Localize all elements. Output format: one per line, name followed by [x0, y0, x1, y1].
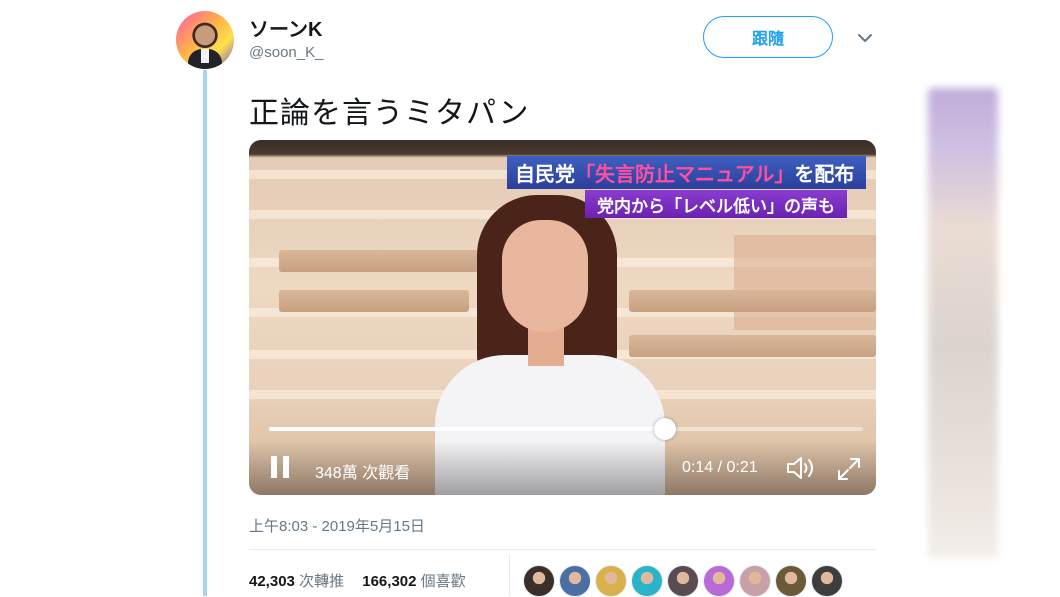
liker-avatar[interactable] — [559, 565, 591, 597]
liker-avatar[interactable] — [775, 565, 807, 597]
background-blur-panel — [928, 88, 998, 558]
liker-avatars — [523, 565, 843, 597]
thread-line — [203, 70, 207, 596]
video-scrubber-handle[interactable] — [653, 418, 676, 440]
avatar[interactable] — [176, 11, 234, 69]
caption-headline-suffix: を配布 — [794, 164, 855, 186]
like-label[interactable]: 個喜歡 — [421, 573, 466, 590]
caption-headline-prefix: 自民党 — [515, 164, 575, 186]
liker-avatar[interactable] — [811, 565, 843, 597]
video-player[interactable]: 自民党 「失言防止マニュアル」 を配布 党内から「レベル低い」の声も 348萬 次觀… — [249, 140, 876, 495]
background-beam — [629, 335, 876, 357]
tweet-timestamp[interactable]: 上午8:03 - 2019年5月15日 — [249, 515, 425, 536]
presenter-neck — [528, 326, 564, 366]
view-count: 348萬 次觀看 — [315, 465, 411, 482]
follow-button[interactable]: 跟隨 — [703, 16, 833, 58]
liker-avatar[interactable] — [739, 565, 771, 597]
presenter-face — [502, 220, 588, 332]
liker-avatar[interactable] — [703, 565, 735, 597]
tweet-text: 正論を言うミタパン — [249, 97, 530, 130]
like-count[interactable]: 166,302 — [362, 573, 416, 590]
avatar-collar — [201, 49, 209, 63]
fullscreen-icon[interactable] — [836, 456, 862, 482]
video-scrubber[interactable] — [269, 418, 863, 440]
background-beam — [279, 290, 469, 312]
liker-avatar[interactable] — [667, 565, 699, 597]
liker-avatar[interactable] — [595, 565, 627, 597]
video-progress-fill — [269, 427, 665, 431]
background-beam — [629, 290, 876, 312]
display-name[interactable]: ソーンK — [249, 13, 322, 42]
chevron-down-icon[interactable] — [857, 30, 873, 46]
stats-separator — [509, 554, 510, 596]
pause-icon[interactable] — [271, 456, 289, 478]
liker-avatar[interactable] — [523, 565, 555, 597]
video-time: 0:14 / 0:21 — [682, 459, 758, 476]
news-caption-subline: 党内から「レベル低い」の声も — [585, 190, 847, 218]
background-panel — [734, 235, 876, 330]
user-handle[interactable]: @soon_K_ — [249, 44, 323, 61]
retweet-label[interactable]: 次轉推 — [299, 573, 344, 590]
news-caption-headline: 自民党 「失言防止マニュアル」 を配布 — [507, 156, 867, 189]
caption-headline-highlight: 「失言防止マニュアル」 — [575, 164, 795, 186]
volume-icon[interactable] — [786, 454, 818, 482]
background-beam — [279, 250, 479, 272]
tweet-stats: 42,303 次轉推 166,302 個喜歡 — [249, 570, 480, 591]
divider — [249, 549, 876, 550]
retweet-count[interactable]: 42,303 — [249, 573, 295, 590]
liker-avatar[interactable] — [631, 565, 663, 597]
